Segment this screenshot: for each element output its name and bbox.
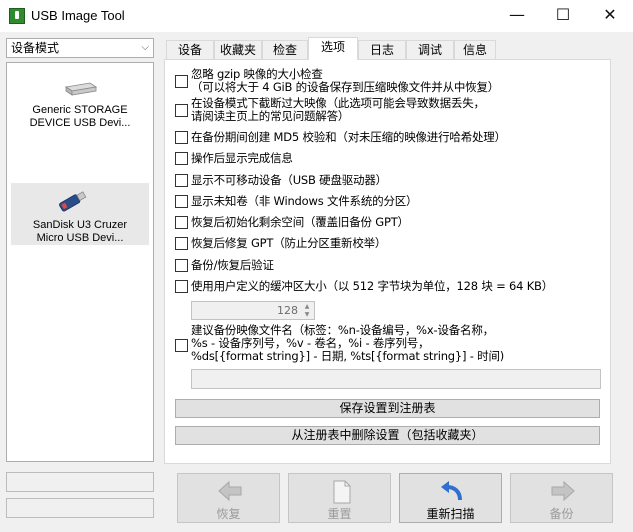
- option-label: 操作后显示完成信息: [191, 151, 293, 165]
- restore-label: 恢复: [216, 507, 241, 521]
- option-checkbox[interactable]: [175, 259, 188, 272]
- option-checkbox[interactable]: [175, 174, 188, 187]
- mode-select[interactable]: 设备模式 ⌵: [6, 38, 154, 58]
- option-checkbox[interactable]: [175, 216, 188, 229]
- hard-drive-icon: [64, 82, 97, 96]
- save-settings-button[interactable]: 保存设置到注册表: [175, 399, 600, 418]
- buffer-size-value: 128: [277, 304, 298, 317]
- device-label-line2: DEVICE USB Devi...: [29, 117, 131, 129]
- refresh-arrow-icon: [441, 481, 462, 501]
- status-field-1: [6, 472, 154, 492]
- minimize-icon[interactable]: —: [494, 0, 540, 30]
- mode-select-value: 设备模式: [11, 41, 60, 55]
- option-label: 显示不可移动设备（USB 硬盘驱动器）: [191, 173, 387, 187]
- tab-device[interactable]: 设备: [166, 40, 214, 59]
- option-label: 在备份期间创建 MD5 校验和（对未压缩的映像进行哈希处理）: [191, 130, 506, 144]
- tab-info[interactable]: 信息: [454, 40, 496, 59]
- tab-options[interactable]: 选项: [308, 37, 358, 60]
- restore-button[interactable]: 恢复: [177, 473, 280, 523]
- device-label-line1: Generic STORAGE: [32, 104, 128, 116]
- tab-log[interactable]: 日志: [358, 40, 406, 59]
- spin-down-icon[interactable]: ▼: [302, 311, 312, 319]
- app-icon: [9, 8, 25, 24]
- device-label-line2: Micro USB Devi...: [36, 232, 124, 244]
- reset-label: 重置: [327, 507, 352, 521]
- backup-arrow-icon: [551, 480, 575, 502]
- option-checkbox[interactable]: [175, 75, 188, 88]
- option-checkbox[interactable]: [175, 131, 188, 144]
- option-checkbox[interactable]: [175, 280, 188, 293]
- device-list: Generic STORAGE DEVICE USB Devi... SanDi…: [6, 62, 154, 462]
- close-icon[interactable]: ✕: [587, 0, 633, 30]
- option-checkbox[interactable]: [175, 237, 188, 250]
- maximize-icon[interactable]: ☐: [540, 0, 586, 30]
- option-checkbox[interactable]: [175, 195, 188, 208]
- backup-label: 备份: [549, 507, 574, 521]
- device-item[interactable]: Generic STORAGE DEVICE USB Devi...: [11, 79, 149, 135]
- tab-debug[interactable]: 调试: [406, 40, 454, 59]
- backup-button[interactable]: 备份: [510, 473, 613, 523]
- window-title: USB Image Tool: [31, 8, 125, 23]
- option-label: 恢复后修复 GPT（防止分区重新校举）: [191, 236, 387, 250]
- tab-check[interactable]: 检查: [262, 40, 308, 59]
- chevron-down-icon: ⌵: [141, 42, 149, 53]
- option-label: 显示未知卷（非 Windows 文件系统的分区）: [191, 194, 418, 208]
- option-label: 请阅读主页上的常见问题解答）: [191, 109, 350, 123]
- tab-favorites[interactable]: 收藏夹: [214, 40, 262, 59]
- option-label: 使用用户定义的缓冲区大小（以 512 字节块为单位，128 块 = 64 KB）: [191, 279, 554, 293]
- status-field-2: [6, 498, 154, 518]
- spin-up-icon[interactable]: ▲: [302, 303, 312, 311]
- option-label: （可以将大于 4 GiB 的设备保存到压缩映像文件并从中恢复）: [191, 80, 500, 94]
- usb-stick-icon: [59, 191, 87, 212]
- option-checkbox[interactable]: [175, 152, 188, 165]
- document-icon: [333, 480, 351, 504]
- delete-settings-button[interactable]: 从注册表中删除设置（包括收藏夹）: [175, 426, 600, 445]
- filename-option-label: %ds[{format string}] - 日期, %ts[{format s…: [191, 349, 505, 363]
- option-label: 恢复后初始化剩余空间（覆盖旧备份 GPT）: [191, 215, 409, 229]
- reset-button[interactable]: 重置: [288, 473, 391, 523]
- buffer-size-spinner[interactable]: 128 ▲ ▼: [191, 301, 315, 320]
- filename-input[interactable]: [191, 369, 601, 389]
- option-checkbox[interactable]: [175, 104, 188, 117]
- rescan-button[interactable]: 重新扫描: [399, 473, 502, 523]
- device-item-selected[interactable]: SanDisk U3 Cruzer Micro USB Devi...: [11, 183, 149, 245]
- filename-checkbox[interactable]: [175, 339, 188, 352]
- option-label: 备份/恢复后验证: [191, 258, 274, 272]
- device-label-line1: SanDisk U3 Cruzer: [32, 219, 128, 231]
- rescan-label: 重新扫描: [426, 507, 475, 521]
- restore-arrow-icon: [218, 480, 242, 502]
